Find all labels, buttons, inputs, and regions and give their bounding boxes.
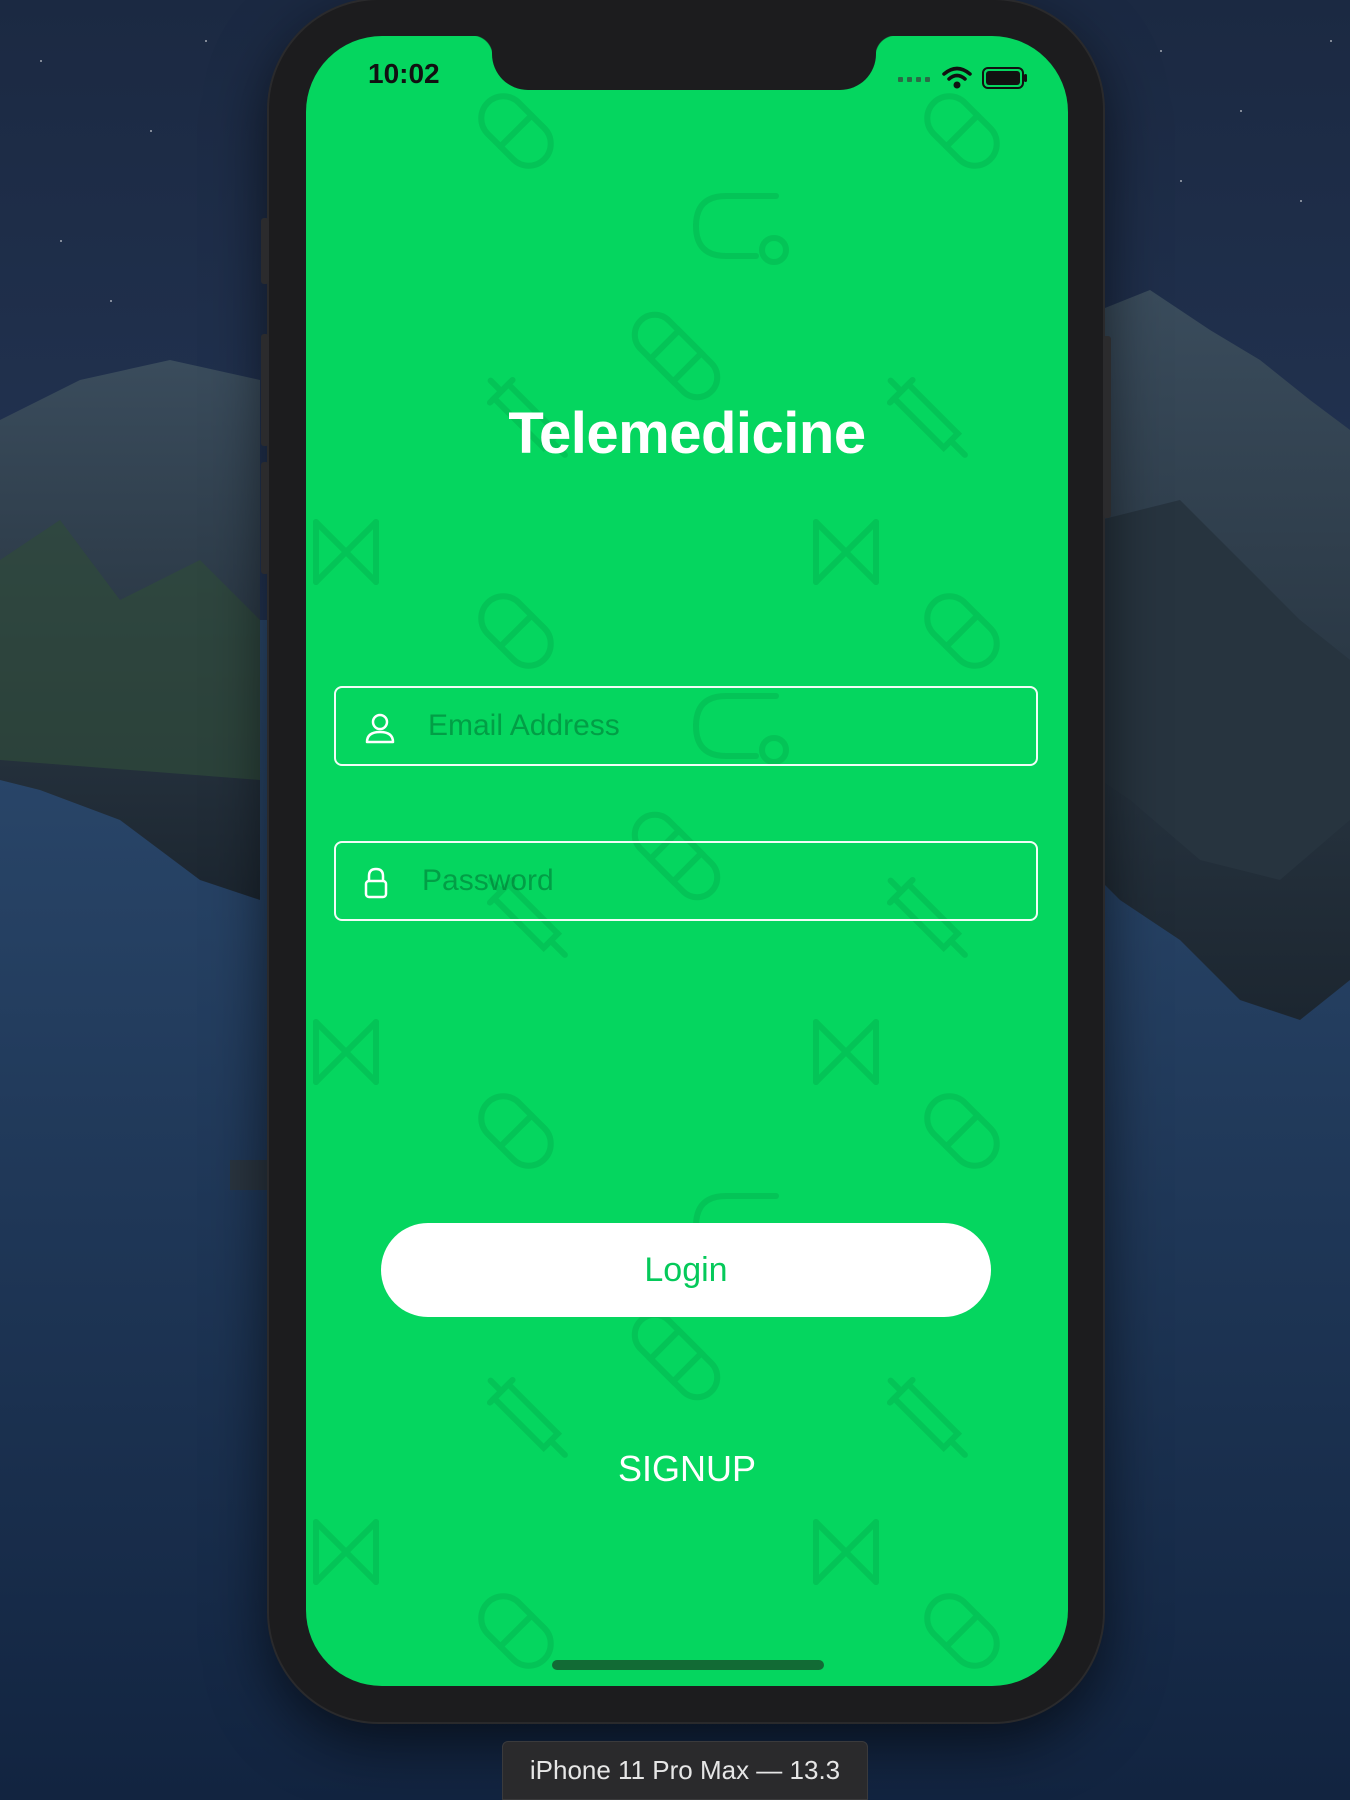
email-field[interactable]: [334, 686, 1038, 766]
device-notch: [472, 36, 896, 90]
volume-up-button: [261, 334, 269, 446]
battery-icon: [982, 67, 1027, 89]
home-indicator: [552, 1660, 824, 1670]
app-screen: 10:02 Telemedicine Email Address Login S…: [306, 36, 1068, 1686]
power-button: [1103, 336, 1111, 518]
password-field[interactable]: [334, 841, 1038, 921]
password-input[interactable]: [422, 843, 1002, 919]
app-title: Telemedicine: [508, 401, 866, 466]
email-input[interactable]: [428, 688, 1008, 764]
simulator-device-label: iPhone 11 Pro Max — 13.3: [502, 1741, 868, 1800]
user-icon: [365, 713, 395, 744]
volume-down-button: [261, 462, 269, 574]
wifi-icon: [942, 66, 972, 89]
mute-switch: [261, 218, 269, 284]
iphone-device-frame: 10:02 Telemedicine Email Address Login S…: [261, 0, 1111, 1722]
status-bar-icons: [898, 66, 1028, 90]
signup-link[interactable]: SIGNUP: [306, 1448, 1068, 1490]
cellular-signal-icon: [898, 77, 930, 82]
login-button[interactable]: Login: [381, 1223, 991, 1317]
status-bar-time: 10:02: [368, 58, 440, 89]
lock-icon: [364, 867, 388, 899]
